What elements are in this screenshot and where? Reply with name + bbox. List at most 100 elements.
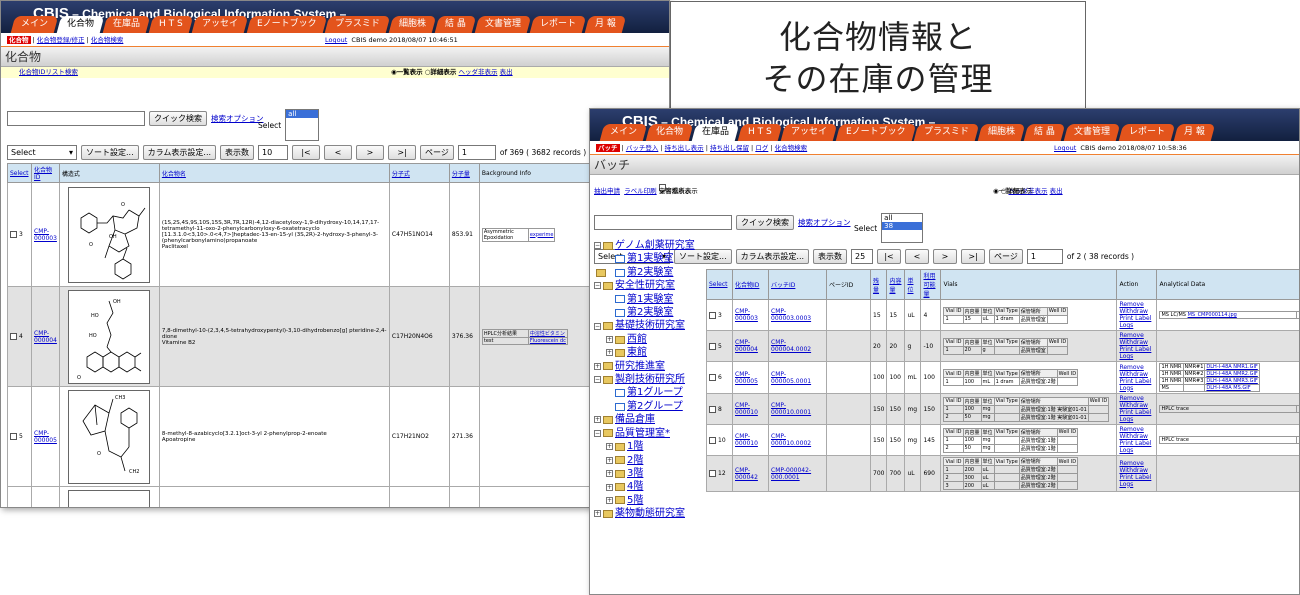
sub-nav-search[interactable]: 化合物検索 <box>91 36 124 44</box>
sub-nav-current[interactable]: 化合物 <box>7 36 31 44</box>
nmr-file-link[interactable]: DLH-I-48A NMR1.GIF <box>1206 364 1257 370</box>
collapse-icon[interactable]: − <box>594 322 601 330</box>
structure-image[interactable]: O O OH <box>68 186 151 283</box>
output-link[interactable]: 表出 <box>1050 187 1063 195</box>
tree-item[interactable]: +5階 <box>594 494 708 507</box>
action-withdraw-link[interactable]: Withdraw <box>1119 402 1154 409</box>
expand-icon[interactable]: + <box>606 496 613 504</box>
tree-item[interactable]: +1階 <box>594 440 708 453</box>
tree-item-label[interactable]: 西館 <box>627 333 647 346</box>
tree-item-label[interactable]: 備品倉庫 <box>615 413 655 426</box>
hide-header-link[interactable]: ヘッダ非表示 <box>459 68 498 76</box>
action-logs-link[interactable]: Logs <box>1119 353 1154 360</box>
row-checkbox[interactable] <box>10 433 17 440</box>
compound-id-link[interactable]: CMP-000010 <box>735 402 758 416</box>
tree-item-label[interactable]: ゲノム創薬研究室 <box>615 239 695 252</box>
tree-item-label[interactable]: 1階 <box>627 440 643 453</box>
batch-id-link[interactable]: CMP-000003.0003 <box>771 308 811 322</box>
action-withdraw-link[interactable]: Withdraw <box>1119 371 1154 378</box>
tab-compound[interactable]: 化合物 <box>645 124 694 141</box>
tab-main[interactable]: メイン <box>10 16 59 33</box>
quick-search-button[interactable]: クイック検索 <box>149 111 207 126</box>
tab-report[interactable]: レポート <box>1118 124 1176 141</box>
collapse-icon[interactable]: − <box>594 282 601 290</box>
batch-id-link[interactable]: CMP-000010.0002 <box>771 433 811 447</box>
collapse-icon[interactable]: − <box>594 429 601 437</box>
action-logs-link[interactable]: Logs <box>1119 385 1154 392</box>
tree-item[interactable]: + 東館 <box>594 346 708 359</box>
nmr-file-link[interactable]: DLH-I-48A MS.GIF <box>1206 385 1250 391</box>
select-option-selected[interactable]: 38 <box>882 222 923 230</box>
tree-item-label[interactable]: 第2実験室 <box>627 266 673 279</box>
batch-id-link[interactable]: CMP-000042-000.0001 <box>771 467 811 481</box>
prev-page-button[interactable]: < <box>905 249 930 264</box>
tab-enotebook[interactable]: Eノートブック <box>835 124 916 141</box>
expand-icon[interactable]: + <box>606 336 613 344</box>
action-logs-link[interactable]: Logs <box>1119 416 1154 423</box>
sub-nav-current[interactable]: バッチ <box>596 144 620 152</box>
tree-item[interactable]: + 西館 <box>594 333 708 346</box>
tree-item-label[interactable]: 第2グループ <box>627 400 683 413</box>
structure-image[interactable]: CH3 O CH2 <box>68 389 151 484</box>
tree-item-label[interactable]: 3階 <box>627 467 643 480</box>
sub-nav-register[interactable]: 化合物登録/修正 <box>37 36 85 44</box>
sub-nav-checkout-hold[interactable]: 持ち出し保留 <box>710 144 749 152</box>
tab-monthly[interactable]: 月 報 <box>1173 124 1216 141</box>
count-input[interactable]: 25 <box>851 249 874 264</box>
page-input[interactable]: 1 <box>457 145 496 160</box>
column-settings-button[interactable]: カラム表示設定... <box>142 145 217 160</box>
action-logs-link[interactable]: Logs <box>1119 481 1154 488</box>
tree-item[interactable]: − 製剤技術研究所 <box>594 373 708 386</box>
compound-id-link[interactable]: CMP-000042 <box>735 467 758 481</box>
logout-link[interactable]: Logout <box>325 36 347 44</box>
analytical-file-link[interactable]: MS_CMP000114.jpg <box>1188 312 1237 318</box>
background-info-link[interactable]: Fluorescein dc <box>530 338 566 344</box>
nmr-file-link[interactable]: DLH-I-48A NMR2.GIF <box>1206 371 1257 377</box>
tree-item-label[interactable]: 安全性研究室 <box>615 279 675 292</box>
tree-item-label[interactable]: 研究推進室 <box>615 360 665 373</box>
compound-id-link[interactable]: CMP-000004 <box>34 330 57 344</box>
select-option[interactable]: all <box>882 214 922 222</box>
id-list-search-link[interactable]: 化合物IDリスト検索 <box>19 68 78 76</box>
action-print-label-link[interactable]: Print Label <box>1119 315 1154 322</box>
expand-icon[interactable]: + <box>606 349 613 357</box>
tab-crystal[interactable]: 結 晶 <box>1024 124 1066 141</box>
row-checkbox[interactable] <box>709 405 716 413</box>
tab-main[interactable]: メイン <box>599 124 648 141</box>
first-page-button[interactable]: |< <box>292 145 321 160</box>
first-page-button[interactable]: |< <box>877 249 902 264</box>
select-option[interactable]: all <box>286 110 319 118</box>
action-withdraw-link[interactable]: Withdraw <box>1119 308 1154 315</box>
select-listbox[interactable]: all <box>285 109 320 141</box>
tree-item[interactable]: +2階 <box>594 454 708 467</box>
col-compound-id[interactable]: 化合物ID <box>31 163 60 183</box>
tree-item[interactable]: +4階 <box>594 480 708 493</box>
row-checkbox[interactable] <box>709 470 716 477</box>
action-print-label-link[interactable]: Print Label <box>1119 474 1154 481</box>
col-available[interactable]: 利用可能量 <box>920 269 942 300</box>
col-batch-id[interactable]: バッチID <box>768 269 827 300</box>
action-print-label-link[interactable]: Print Label <box>1119 378 1154 385</box>
tree-item-label[interactable]: 品質管理室* <box>615 427 670 440</box>
action-withdraw-link[interactable]: Withdraw <box>1119 467 1154 474</box>
quick-search-input[interactable] <box>594 215 732 230</box>
action-logs-link[interactable]: Logs <box>1119 447 1154 454</box>
radio-list[interactable]: 一覧表示 <box>397 68 423 76</box>
tree-item-label[interactable]: 製剤技術研究所 <box>615 373 685 386</box>
action-remove-link[interactable]: Remove <box>1119 301 1154 308</box>
tree-item-label[interactable]: 第2実験室 <box>627 306 673 319</box>
tree-item[interactable]: + 研究推進室 <box>594 360 708 373</box>
tree-item-label[interactable]: 4階 <box>627 480 643 493</box>
tree-item-label[interactable]: 第1実験室 <box>627 293 673 306</box>
tab-hts[interactable]: H T S <box>737 124 783 141</box>
background-info-link[interactable]: experime <box>530 232 554 238</box>
action-remove-link[interactable]: Remove <box>1119 364 1154 371</box>
action-withdraw-link[interactable]: Withdraw <box>1119 339 1154 346</box>
sub-nav-compound-search[interactable]: 化合物検索 <box>775 144 808 152</box>
select-dropdown[interactable]: Select ▾ <box>7 145 77 160</box>
row-checkbox[interactable] <box>709 311 716 319</box>
expand-icon[interactable]: + <box>606 456 613 464</box>
collapse-icon[interactable]: − <box>594 376 601 384</box>
page-input[interactable]: 1 <box>1026 249 1063 264</box>
quick-search-button[interactable]: クイック検索 <box>736 215 794 230</box>
